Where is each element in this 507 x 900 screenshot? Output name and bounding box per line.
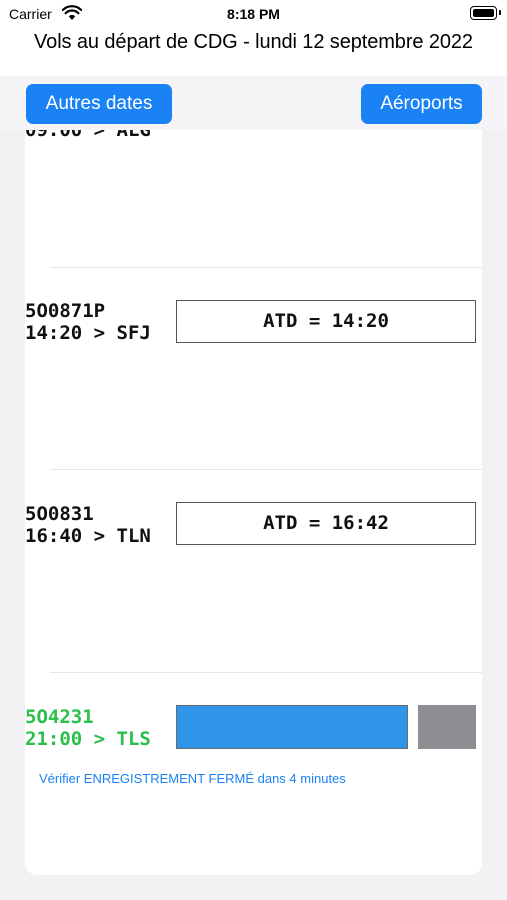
- flight-status-box: ATD = 16:42: [176, 502, 476, 545]
- flight-route: 14:20 > SFJ: [25, 322, 151, 344]
- flight-status-box: ATD = 14:20: [176, 300, 476, 343]
- flight-list[interactable]: 09:00 > ALG 5O0871P 14:20 > SFJ ATD = 14…: [25, 120, 482, 875]
- flight-number: 5O4231: [25, 706, 94, 728]
- flight-route: 21:00 > TLS: [25, 728, 151, 750]
- flight-route: 16:40 > TLN: [25, 525, 151, 547]
- airports-button[interactable]: Aéroports: [361, 84, 482, 124]
- app-screen: Carrier 8:18 PM Vols au départ de CDG - …: [0, 0, 507, 900]
- check-in-remaining-block: [418, 705, 476, 749]
- toolbar: Autres dates Aéroports: [0, 76, 507, 130]
- flight-number: 5O0831: [25, 503, 94, 525]
- flight-row[interactable]: 5O0831 16:40 > TLN ATD = 16:42: [25, 470, 482, 670]
- check-in-progress-bar: [176, 705, 408, 749]
- flight-row[interactable]: 5O4231 21:00 > TLS Vérifier ENREGISTREME…: [25, 673, 482, 873]
- header: Vols au départ de CDG - lundi 12 septemb…: [0, 28, 507, 76]
- battery-icon: [470, 6, 501, 20]
- flight-number: 5O0871P: [25, 300, 106, 322]
- other-dates-button[interactable]: Autres dates: [26, 84, 172, 124]
- flight-row[interactable]: 5O0871P 14:20 > SFJ ATD = 14:20: [25, 268, 482, 468]
- flight-row[interactable]: 09:00 > ALG: [25, 120, 482, 268]
- status-bar: Carrier 8:18 PM: [0, 0, 507, 28]
- check-in-notice: Vérifier ENREGISTREMENT FERMÉ dans 4 min…: [39, 771, 346, 786]
- page-title: Vols au départ de CDG - lundi 12 septemb…: [34, 31, 473, 53]
- status-time: 8:18 PM: [227, 6, 280, 22]
